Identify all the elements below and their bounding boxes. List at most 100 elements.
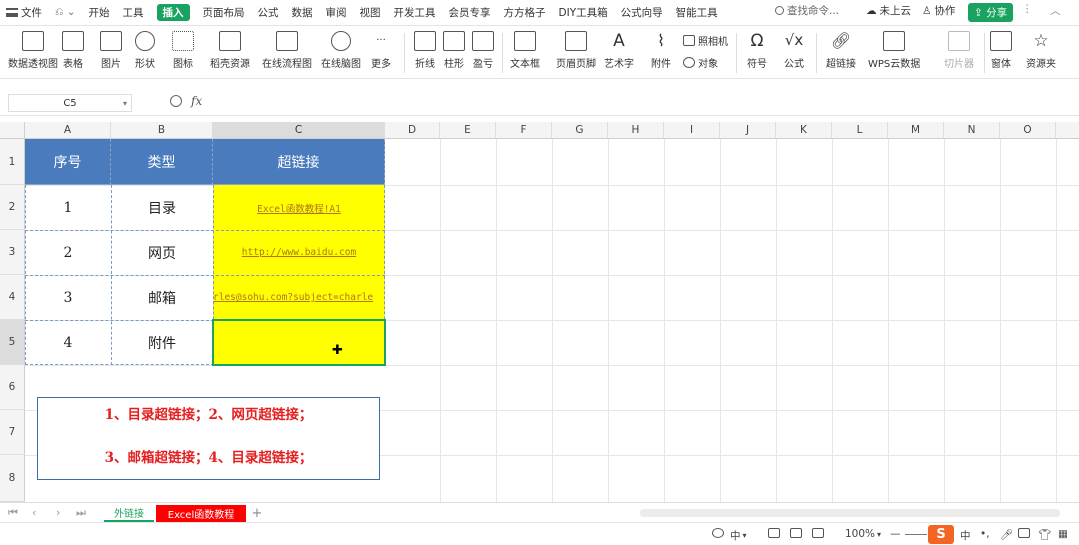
- note-textbox[interactable]: 1、目录超链接；2、网页超链接； 3、邮箱超链接；4、目录超链接；: [37, 397, 380, 480]
- column-header[interactable]: N: [944, 122, 1000, 139]
- skin-icon[interactable]: 👕︎: [1038, 528, 1051, 541]
- column-header[interactable]: J: [720, 122, 776, 139]
- select-all-corner[interactable]: [0, 122, 25, 139]
- table-cell-type[interactable]: 附件: [111, 320, 213, 365]
- sparkline-column-button[interactable]: 柱形: [443, 31, 465, 70]
- column-header[interactable]: K: [776, 122, 832, 139]
- row-header[interactable]: 1: [0, 139, 25, 185]
- next-sheet-icon[interactable]: ›: [56, 506, 60, 519]
- ime-mode[interactable]: 中: [960, 528, 971, 543]
- header-cell-link[interactable]: 超链接: [213, 139, 385, 185]
- cloud-status[interactable]: ☁ 未上云: [866, 3, 911, 18]
- table-cell-type[interactable]: 目录: [111, 185, 213, 230]
- row-header[interactable]: 3: [0, 230, 25, 275]
- tab-ffgz[interactable]: 方方格子: [504, 5, 546, 20]
- column-header[interactable]: O: [1000, 122, 1056, 139]
- search-box[interactable]: 查找命令...: [775, 3, 839, 18]
- hyperlink-button[interactable]: 🔗︎ 超链接: [826, 31, 856, 70]
- sogou-ime-icon[interactable]: S: [928, 525, 954, 544]
- punctuation-icon[interactable]: •,: [980, 528, 990, 540]
- row-header[interactable]: 8: [0, 455, 25, 502]
- hyperlink-directory[interactable]: Excel函数教程!A1: [257, 201, 341, 215]
- column-header[interactable]: H: [608, 122, 664, 139]
- hyperlink-cell[interactable]: Excel函数教程!A1: [213, 185, 385, 230]
- column-header[interactable]: I: [664, 122, 720, 139]
- share-button[interactable]: ⇪ 分享: [968, 3, 1014, 22]
- hyperlink-email[interactable]: rles@sohu.com?subject=charle: [213, 292, 373, 303]
- object-button[interactable]: 对象: [683, 55, 718, 70]
- header-cell-no[interactable]: 序号: [25, 139, 111, 185]
- tab-formula-wizard[interactable]: 公式向导: [621, 5, 663, 20]
- icon-button[interactable]: 图标: [172, 31, 194, 70]
- eye-protect-icon[interactable]: [712, 528, 724, 538]
- page-break-view-icon[interactable]: [812, 528, 824, 538]
- pivot-chart-button[interactable]: 数据透视图: [8, 31, 58, 70]
- collapse-ribbon-icon[interactable]: ︿: [1050, 3, 1061, 18]
- page-layout-view-icon[interactable]: [790, 528, 802, 538]
- zoom-icon[interactable]: [170, 95, 182, 107]
- tab-smart-tools[interactable]: 智能工具: [676, 5, 718, 20]
- sparkline-winloss-button[interactable]: 盈亏: [472, 31, 494, 70]
- more-icon[interactable]: ⋮: [1022, 3, 1033, 15]
- zoom-out-icon[interactable]: —: [890, 528, 901, 540]
- formula-input[interactable]: [210, 94, 1070, 112]
- row-header[interactable]: 6: [0, 365, 25, 410]
- tab-diy[interactable]: DIY工具箱: [559, 5, 608, 20]
- input-mode[interactable]: 中 ▾: [730, 528, 747, 543]
- slicer-button[interactable]: 切片器: [944, 31, 974, 70]
- zoom-level[interactable]: 100% ▾: [845, 528, 881, 540]
- attachment-button[interactable]: ⌇ 附件: [650, 31, 672, 70]
- row-header[interactable]: 2: [0, 185, 25, 230]
- prev-sheet-icon[interactable]: ‹: [32, 506, 36, 519]
- table-cell-no[interactable]: 2: [25, 230, 111, 275]
- column-header[interactable]: [1056, 122, 1079, 139]
- column-header[interactable]: B: [111, 122, 213, 139]
- column-header[interactable]: C: [213, 122, 385, 139]
- hyperlink-cell[interactable]: http://www.baidu.com: [213, 230, 385, 275]
- tab-developer[interactable]: 开发工具: [394, 5, 436, 20]
- row-header[interactable]: 5: [0, 320, 25, 365]
- toolbar-quick[interactable]: ⎌ ⌄: [55, 6, 76, 19]
- last-sheet-icon[interactable]: ⏭: [76, 506, 86, 520]
- column-header[interactable]: G: [552, 122, 608, 139]
- column-header[interactable]: A: [25, 122, 111, 139]
- form-button[interactable]: 窗体: [990, 31, 1012, 70]
- resource-folder-button[interactable]: ☆ 资源夹: [1026, 31, 1056, 70]
- microphone-icon[interactable]: 🎤︎: [1000, 528, 1013, 541]
- sheet-tab-external-links[interactable]: 外链接: [104, 505, 154, 522]
- header-footer-button[interactable]: 页眉页脚: [556, 31, 596, 70]
- mindmap-button[interactable]: 在线脑图: [321, 31, 361, 70]
- hyperlink-cell[interactable]: rles@sohu.com?subject=charle: [213, 275, 385, 320]
- keyboard-icon[interactable]: [1018, 528, 1030, 538]
- normal-view-icon[interactable]: [768, 528, 780, 538]
- tab-member[interactable]: 会员专享: [449, 5, 491, 20]
- wps-cloud-data-button[interactable]: WPS云数据: [868, 31, 920, 70]
- horizontal-scrollbar[interactable]: [640, 509, 1060, 517]
- tab-home[interactable]: 开始: [89, 5, 110, 20]
- docer-resources-button[interactable]: 稻壳资源: [210, 31, 250, 70]
- toolbox-icon[interactable]: ▦: [1058, 528, 1068, 540]
- column-header[interactable]: D: [385, 122, 440, 139]
- picture-button[interactable]: 图片: [100, 31, 122, 70]
- table-cell-no[interactable]: 3: [25, 275, 111, 320]
- collab-button[interactable]: ♙ 协作: [922, 3, 955, 18]
- more-button[interactable]: ··· 更多: [370, 31, 392, 70]
- tab-data[interactable]: 数据: [292, 5, 313, 20]
- column-header[interactable]: E: [440, 122, 496, 139]
- column-header[interactable]: L: [832, 122, 888, 139]
- file-menu[interactable]: 文件: [6, 5, 42, 20]
- tab-insert[interactable]: 插入: [156, 4, 190, 21]
- first-sheet-icon[interactable]: ⏮: [8, 506, 18, 520]
- shape-button[interactable]: 形状: [135, 31, 155, 70]
- table-cell-type[interactable]: 邮箱: [111, 275, 213, 320]
- zoom-slider[interactable]: [905, 534, 927, 535]
- tab-page-layout[interactable]: 页面布局: [203, 5, 245, 20]
- tab-review[interactable]: 审阅: [326, 5, 347, 20]
- sparkline-line-button[interactable]: 折线: [414, 31, 436, 70]
- camera-button[interactable]: 照相机: [683, 33, 728, 48]
- flowchart-button[interactable]: 在线流程图: [262, 31, 312, 70]
- tab-tools[interactable]: 工具: [123, 5, 144, 20]
- table-button[interactable]: 表格: [62, 31, 84, 70]
- wordart-button[interactable]: A 艺术字: [604, 31, 634, 70]
- tab-formula[interactable]: 公式: [258, 5, 279, 20]
